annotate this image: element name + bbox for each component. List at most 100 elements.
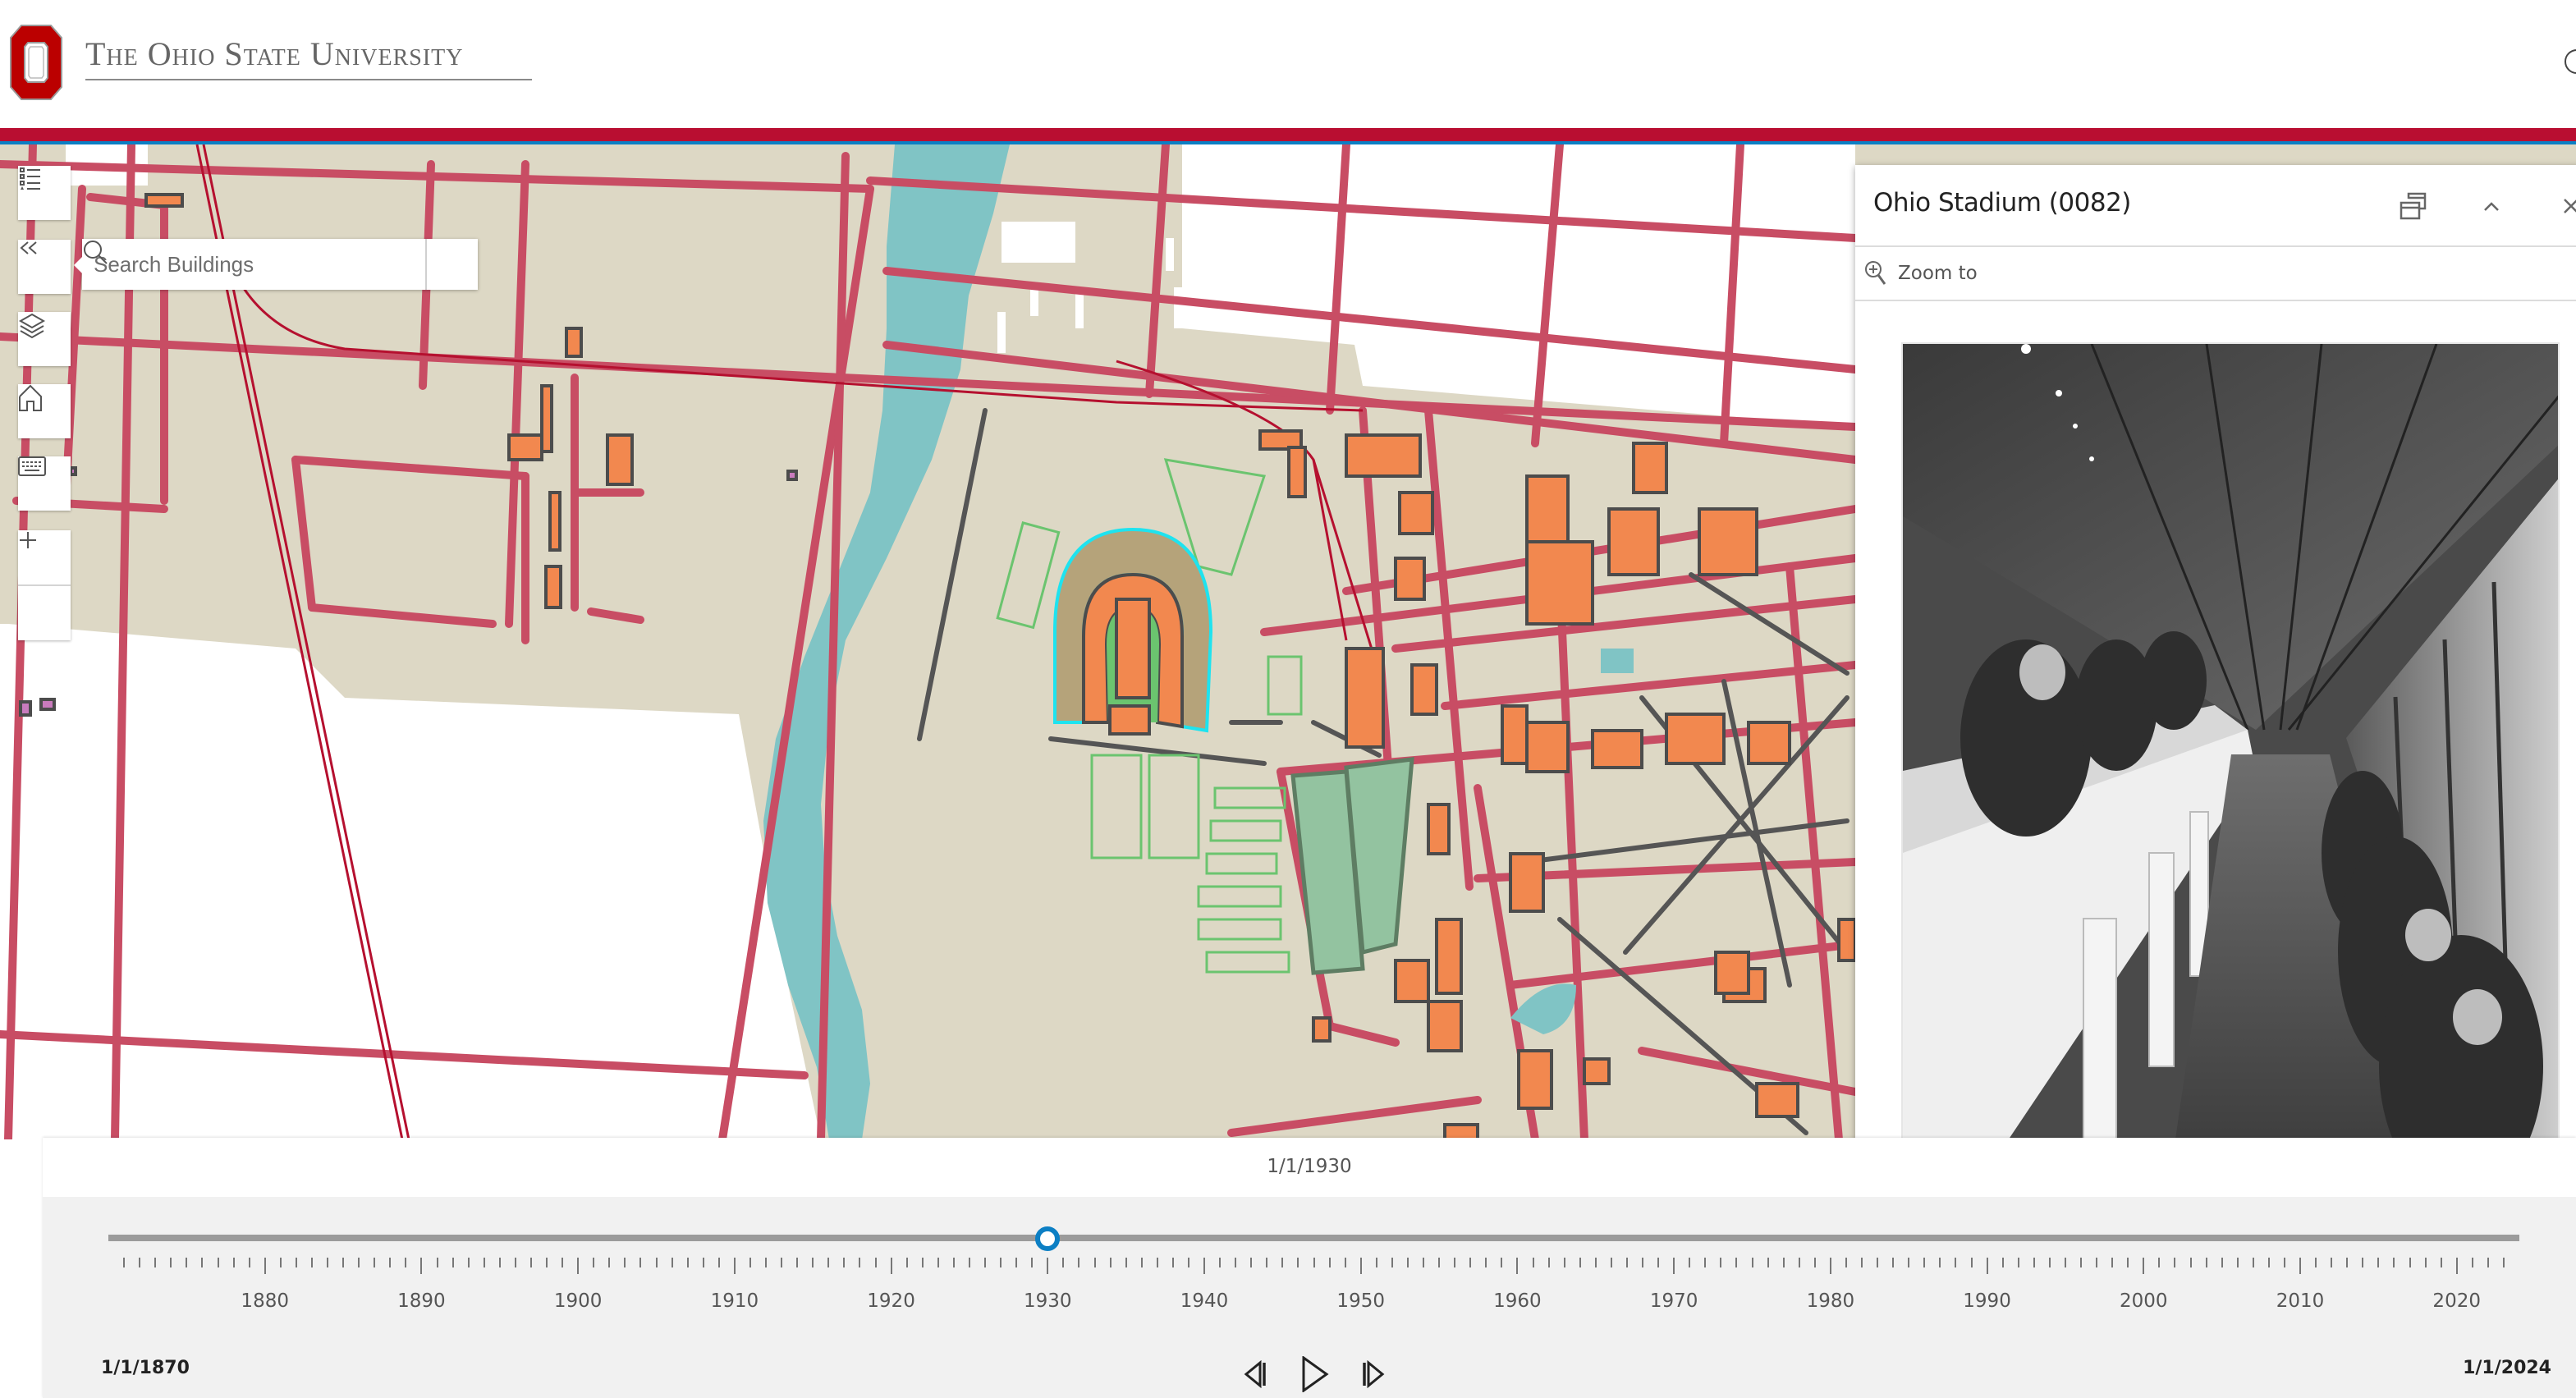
minor-tick — [295, 1258, 297, 1267]
minor-tick — [1563, 1258, 1565, 1267]
layers-button[interactable] — [18, 312, 71, 366]
zoom-out-button[interactable] — [18, 539, 71, 640]
minor-tick — [2424, 1258, 2427, 1267]
minor-tick — [436, 1258, 438, 1267]
minor-tick — [2331, 1258, 2333, 1267]
block-o-logo-icon[interactable] — [10, 25, 62, 100]
search-submit-button[interactable] — [84, 239, 478, 290]
header-red-bar — [0, 128, 2576, 141]
search-icon[interactable] — [2565, 49, 2576, 74]
zoom-in-magnifier-icon — [1865, 261, 1886, 285]
minor-tick — [1406, 1258, 1409, 1267]
major-tick — [1673, 1258, 1675, 1274]
minor-tick — [358, 1258, 360, 1267]
popup-title: Ohio Stadium (0082) — [1873, 188, 2131, 218]
next-button[interactable] — [1354, 1356, 1391, 1392]
close-popup-button[interactable] — [2555, 190, 2576, 222]
tick-label: 2010 — [2276, 1290, 2325, 1312]
minor-tick — [2221, 1258, 2223, 1267]
search-buildings-input[interactable] — [82, 239, 425, 290]
end-date-label: 1/1/2024 — [2463, 1358, 2551, 1378]
zoom-to-button[interactable]: Zoom to — [1863, 255, 1978, 291]
dock-popup-button[interactable] — [2397, 190, 2430, 222]
minor-tick — [1015, 1258, 1018, 1267]
minor-tick — [2315, 1258, 2317, 1267]
minor-tick — [451, 1258, 454, 1267]
minor-tick — [984, 1258, 986, 1267]
university-name[interactable]: The Ohio State University — [85, 34, 464, 73]
minor-tick — [1939, 1258, 1941, 1267]
minor-tick — [2236, 1258, 2239, 1267]
minor-tick — [2048, 1258, 2051, 1267]
minor-tick — [1000, 1258, 1002, 1267]
keyboard-navigation-button[interactable] — [18, 456, 71, 511]
minor-tick — [796, 1258, 799, 1267]
minor-tick — [1782, 1258, 1785, 1267]
stadium-press-box-photo[interactable] — [1901, 342, 2560, 1148]
building-search[interactable] — [74, 239, 478, 290]
minor-tick — [1438, 1258, 1441, 1267]
minor-tick — [1281, 1258, 1284, 1267]
minor-tick — [2283, 1258, 2285, 1267]
minor-tick — [702, 1258, 704, 1267]
time-slider-thumb[interactable] — [1035, 1226, 1061, 1251]
minus-icon — [20, 539, 36, 541]
minor-tick — [1266, 1258, 1268, 1267]
minor-tick — [1955, 1258, 1957, 1267]
step-back-icon — [1244, 1360, 1266, 1388]
tick-label: 1930 — [1024, 1290, 1072, 1312]
minor-tick — [2346, 1258, 2349, 1267]
minor-tick — [1344, 1258, 1346, 1267]
collapse-popup-button[interactable] — [2475, 190, 2508, 222]
major-tick — [2143, 1258, 2145, 1274]
home-button[interactable] — [18, 384, 71, 438]
minor-tick — [546, 1258, 548, 1267]
minor-tick — [608, 1258, 611, 1267]
minor-tick — [1250, 1258, 1253, 1267]
major-tick — [890, 1258, 892, 1274]
pond-small — [1601, 649, 1634, 673]
major-tick — [1516, 1258, 1519, 1274]
close-icon — [2564, 199, 2576, 213]
minor-tick — [968, 1258, 970, 1267]
minor-tick — [170, 1258, 172, 1267]
play-button[interactable] — [1297, 1356, 1333, 1392]
time-slider-track[interactable] — [108, 1235, 2519, 1241]
site-header: The Ohio State University — [0, 0, 2576, 128]
minor-tick — [405, 1258, 407, 1267]
minor-tick — [186, 1258, 188, 1267]
minor-tick — [123, 1258, 126, 1267]
minor-tick — [389, 1258, 392, 1267]
legend-button[interactable] — [18, 166, 71, 220]
minor-tick — [2189, 1258, 2192, 1267]
minor-tick — [624, 1258, 626, 1267]
ohio-stadium-feature — [1053, 527, 1213, 736]
minor-tick — [2377, 1258, 2380, 1267]
minor-tick — [1720, 1258, 1722, 1267]
minor-tick — [1579, 1258, 1581, 1267]
minor-tick — [1767, 1258, 1769, 1267]
minor-tick — [1156, 1258, 1158, 1267]
minor-tick — [2017, 1258, 2019, 1267]
tick-label: 1990 — [1963, 1290, 2011, 1312]
popup-header-divider — [1855, 245, 2576, 247]
minor-tick — [201, 1258, 204, 1267]
collapse-search-button[interactable] — [18, 240, 71, 294]
home-icon — [19, 384, 42, 411]
minor-tick — [1062, 1258, 1065, 1267]
minor-tick — [2001, 1258, 2004, 1267]
minor-tick — [1594, 1258, 1597, 1267]
tick-label: 2000 — [2120, 1290, 2168, 1312]
previous-button[interactable] — [1238, 1356, 1274, 1392]
major-tick — [1986, 1258, 1988, 1274]
minor-tick — [342, 1258, 345, 1267]
minor-tick — [1813, 1258, 1816, 1267]
minor-tick — [248, 1258, 250, 1267]
major-tick — [577, 1258, 580, 1274]
minor-tick — [749, 1258, 751, 1267]
minor-tick — [1610, 1258, 1612, 1267]
minor-tick — [232, 1258, 235, 1267]
minor-tick — [2111, 1258, 2114, 1267]
tick-label: 1900 — [553, 1290, 603, 1312]
start-date-label: 1/1/1870 — [101, 1358, 190, 1378]
